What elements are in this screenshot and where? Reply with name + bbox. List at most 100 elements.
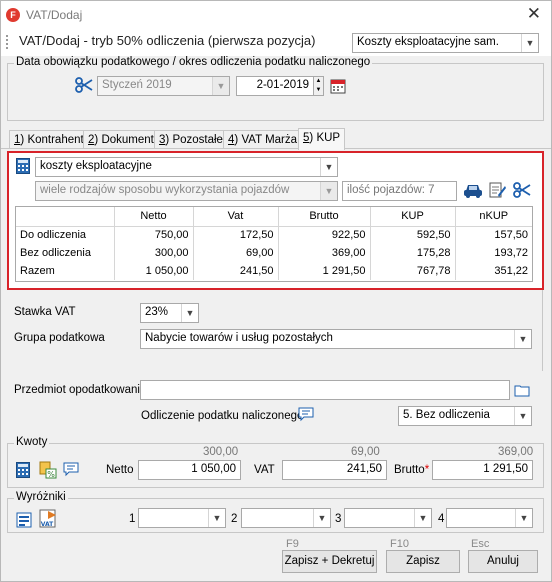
table-cell: 351,22: [494, 265, 528, 277]
scissors-icon[interactable]: [513, 182, 531, 201]
date-field[interactable]: 2-01-2019: [236, 76, 314, 96]
chevron-down-icon: ▼: [414, 509, 431, 527]
tab-kup[interactable]: 5) KUP: [298, 128, 346, 150]
table-cell: 172,50: [193, 226, 279, 244]
percent-calc-icon[interactable]: %: [39, 461, 57, 482]
kwoty-group-label: Kwoty: [14, 436, 50, 448]
table-header-row: Netto Vat Brutto KUP nKUP: [16, 207, 532, 227]
netto-input[interactable]: 1 050,00: [138, 460, 241, 480]
shortcut-hint: F10: [390, 538, 409, 550]
title-bar: F VAT/Dodaj ✕: [1, 1, 551, 28]
chevron-down-icon: ▼: [212, 77, 229, 95]
table-cell: 369,00: [278, 244, 371, 262]
shortcut-hint: Esc: [471, 538, 490, 550]
przedmiot-input[interactable]: [140, 380, 510, 400]
app-logo-icon: F: [6, 8, 20, 22]
wyroznik-select-1[interactable]: ▼: [138, 508, 226, 528]
stawka-vat-value: 23%: [145, 306, 169, 318]
table-row[interactable]: Razem 1 050,00 241,50 1 291,50 767,78 35…: [16, 262, 532, 280]
przedmiot-label: Przedmiot opodatkowania: [14, 384, 147, 396]
wyroznik-slot-label: 4: [438, 513, 445, 525]
save-and-post-button[interactable]: Zapisz + Dekretuj: [282, 550, 377, 573]
table-row[interactable]: Bez odliczenia 300,00 69,00 369,00 175,2…: [16, 244, 532, 262]
stawka-vat-label: Stawka VAT: [14, 306, 76, 318]
tab-pozostale[interactable]: 3) Pozostałe: [154, 130, 228, 149]
usage-mode-select[interactable]: wiele rodzajów sposobu wykorzystania poj…: [35, 181, 338, 201]
column-header: KUP: [370, 207, 456, 227]
brutto-input[interactable]: 1 291,50: [432, 460, 533, 480]
chevron-down-icon: ▼: [515, 509, 532, 527]
date-spinner[interactable]: ▲ ▼: [313, 76, 324, 96]
vat-hint: 69,00: [351, 446, 380, 458]
cost-type-select[interactable]: koszty eksploatacyjne ▼: [35, 157, 338, 177]
category-select-value: Koszty eksploatacyjne sam.: [357, 36, 499, 48]
tab-kontrahent[interactable]: 1) Kontrahent: [9, 130, 89, 149]
stawka-vat-select[interactable]: 23% ▼: [140, 303, 199, 323]
period-month-select[interactable]: Styczeń 2019 ▼: [97, 76, 230, 96]
tab-dokument[interactable]: 2) Dokument: [83, 130, 159, 149]
chevron-down-icon: ▼: [181, 304, 198, 322]
save-button[interactable]: Zapisz: [386, 550, 460, 573]
grupa-podatkowa-select[interactable]: Nabycie towarów i usług pozostałych ▼: [140, 329, 532, 349]
cost-type-value: koszty eksploatacyjne: [40, 160, 152, 172]
table-cell: 592,50: [370, 226, 456, 244]
wyroznik-slot-label: 2: [231, 513, 238, 525]
required-marker: *: [424, 464, 430, 476]
wyrozniki-group-label: Wyróżniki: [14, 491, 68, 503]
page-title: VAT/Dodaj - tryb 50% odliczenia (pierwsz…: [19, 33, 316, 48]
wyroznik-select-4[interactable]: ▼: [446, 508, 533, 528]
list-filter-icon[interactable]: [16, 510, 34, 531]
calendar-icon[interactable]: [330, 78, 346, 97]
header-band: VAT/Dodaj - tryb 50% odliczenia (pierwsz…: [1, 28, 551, 56]
chevron-down-icon: ▼: [313, 509, 330, 527]
table-cell: 175,28: [370, 244, 456, 262]
chevron-down-icon: ▼: [521, 34, 538, 52]
usage-mode-value: wiele rodzajów sposobu wykorzystania poj…: [40, 184, 290, 196]
table-cell: 241,50: [193, 262, 279, 280]
vat-input[interactable]: 241,50: [282, 460, 387, 480]
column-header: nKUP: [455, 207, 532, 227]
edit-document-icon[interactable]: [489, 181, 507, 202]
comment-icon[interactable]: [63, 462, 79, 480]
wyroznik-slot-label: 1: [129, 513, 136, 525]
table-cell: 69,00: [193, 244, 279, 262]
row-label: Do odliczenia: [16, 226, 115, 244]
kup-table: Netto Vat Brutto KUP nKUP Do odliczenia …: [15, 206, 533, 282]
table-cell: 157,50: [494, 229, 528, 242]
folder-icon[interactable]: [514, 383, 530, 400]
brutto-label: Brutto*: [394, 464, 430, 476]
table-cell: 922,50: [278, 226, 371, 244]
column-header: [16, 207, 115, 227]
tab-vat-marza[interactable]: 4) VAT Marża: [223, 130, 303, 149]
wyroznik-select-2[interactable]: ▼: [241, 508, 331, 528]
chevron-down-icon: ▼: [514, 330, 531, 348]
shortcut-hint: F9: [286, 538, 299, 550]
netto-hint: 300,00: [203, 446, 239, 458]
calculator-icon[interactable]: [16, 462, 30, 481]
vat-flag-icon[interactable]: VAT: [39, 509, 59, 532]
odliczenie-label: Odliczenie podatku naliczonego: [141, 410, 304, 422]
odliczenie-select[interactable]: 5. Bez odliczenia ▼: [398, 406, 532, 426]
chevron-down-icon: ▼: [320, 158, 337, 176]
chevron-down-icon: ▼: [320, 182, 337, 200]
dialog-window: F VAT/Dodaj ✕ VAT/Dodaj - tryb 50% odlic…: [0, 0, 552, 582]
cancel-button[interactable]: Anuluj: [468, 550, 538, 573]
car-icon[interactable]: [463, 182, 483, 203]
close-icon[interactable]: ✕: [527, 4, 541, 24]
calculator-icon[interactable]: [16, 158, 30, 177]
period-group-label: Data obowiązku podatkowego / okres odlic…: [14, 56, 373, 68]
svg-text:%: %: [47, 470, 55, 479]
row-label: Bez odliczenia: [16, 244, 115, 262]
grupa-podatkowa-value: Nabycie towarów i usług pozostałych: [145, 332, 333, 344]
vehicle-count-field: ilość pojazdów: 7: [342, 181, 457, 201]
row-label: Razem: [16, 262, 115, 280]
category-select[interactable]: Koszty eksploatacyjne sam. ▼: [352, 33, 539, 53]
scissors-icon[interactable]: [75, 77, 93, 96]
table-cell: 750,00: [114, 226, 194, 244]
comment-icon[interactable]: [298, 407, 314, 425]
column-header: Vat: [193, 207, 279, 227]
wyroznik-select-3[interactable]: ▼: [344, 508, 432, 528]
period-month-value: Styczeń 2019: [102, 79, 172, 91]
table-cell: 767,78: [370, 262, 456, 280]
table-row[interactable]: Do odliczenia 750,00 172,50 922,50 592,5…: [16, 226, 532, 244]
